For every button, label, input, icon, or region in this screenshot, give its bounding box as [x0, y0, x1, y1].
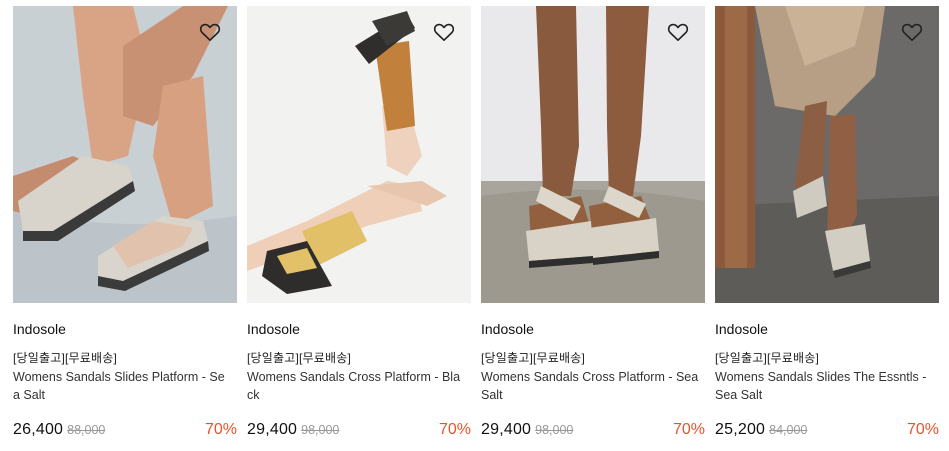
product-photo-cross-sea-salt [481, 6, 705, 303]
product-name[interactable]: Womens Sandals Slides The Essntls - Sea … [715, 368, 939, 404]
original-price: 88,000 [67, 423, 106, 437]
sale-price: 29,400 [481, 421, 532, 438]
product-photo-slides-sea-salt [13, 6, 237, 303]
discount-rate: 70% [204, 421, 237, 438]
product-card[interactable]: Indosole [당일출고][무료배송] Womens Sandals Cro… [247, 6, 471, 443]
price-row: 25,200 84,000 70% [715, 421, 939, 443]
product-grid: Indosole [당일출고][무료배송] Womens Sandals Sli… [0, 0, 949, 451]
product-tag: [당일출고][무료배송] [715, 351, 820, 365]
product-image[interactable] [481, 6, 705, 303]
sale-price: 29,400 [247, 421, 298, 438]
product-name[interactable]: Womens Sandals Slides Platform - Sea Sal… [13, 368, 237, 404]
product-brand[interactable]: Indosole [247, 321, 471, 339]
price-row: 26,400 88,000 70% [13, 421, 237, 443]
product-image[interactable] [13, 6, 237, 303]
product-card[interactable]: Indosole [당일출고][무료배송] Womens Sandals Sli… [13, 6, 237, 443]
heart-outline-icon[interactable] [199, 22, 221, 42]
heart-outline-icon[interactable] [901, 22, 923, 42]
sale-price: 26,400 [13, 421, 64, 438]
heart-outline-icon[interactable] [433, 22, 455, 42]
product-tag: [당일출고][무료배송] [481, 351, 586, 365]
product-photo-slides-essntls-sea-salt [715, 6, 939, 303]
product-card[interactable]: Indosole [당일출고][무료배송] Womens Sandals Sli… [715, 6, 939, 443]
product-tag: [당일출고][무료배송] [247, 351, 352, 365]
discount-rate: 70% [438, 421, 471, 438]
price-row: 29,400 98,000 70% [247, 421, 471, 443]
original-price: 98,000 [301, 423, 340, 437]
original-price: 98,000 [535, 423, 574, 437]
product-card[interactable]: Indosole [당일출고][무료배송] Womens Sandals Cro… [481, 6, 705, 443]
product-tag: [당일출고][무료배송] [13, 351, 118, 365]
product-photo-cross-black [247, 6, 471, 303]
original-price: 84,000 [769, 423, 808, 437]
product-name[interactable]: Womens Sandals Cross Platform - Black [247, 368, 471, 404]
heart-outline-icon[interactable] [667, 22, 689, 42]
product-image[interactable] [247, 6, 471, 303]
price-row: 29,400 98,000 70% [481, 421, 705, 443]
discount-rate: 70% [672, 421, 705, 438]
product-name[interactable]: Womens Sandals Cross Platform - Sea Salt [481, 368, 705, 404]
sale-price: 25,200 [715, 421, 766, 438]
product-brand[interactable]: Indosole [481, 321, 705, 339]
product-brand[interactable]: Indosole [13, 321, 237, 339]
product-image[interactable] [715, 6, 939, 303]
product-brand[interactable]: Indosole [715, 321, 939, 339]
discount-rate: 70% [906, 421, 939, 438]
